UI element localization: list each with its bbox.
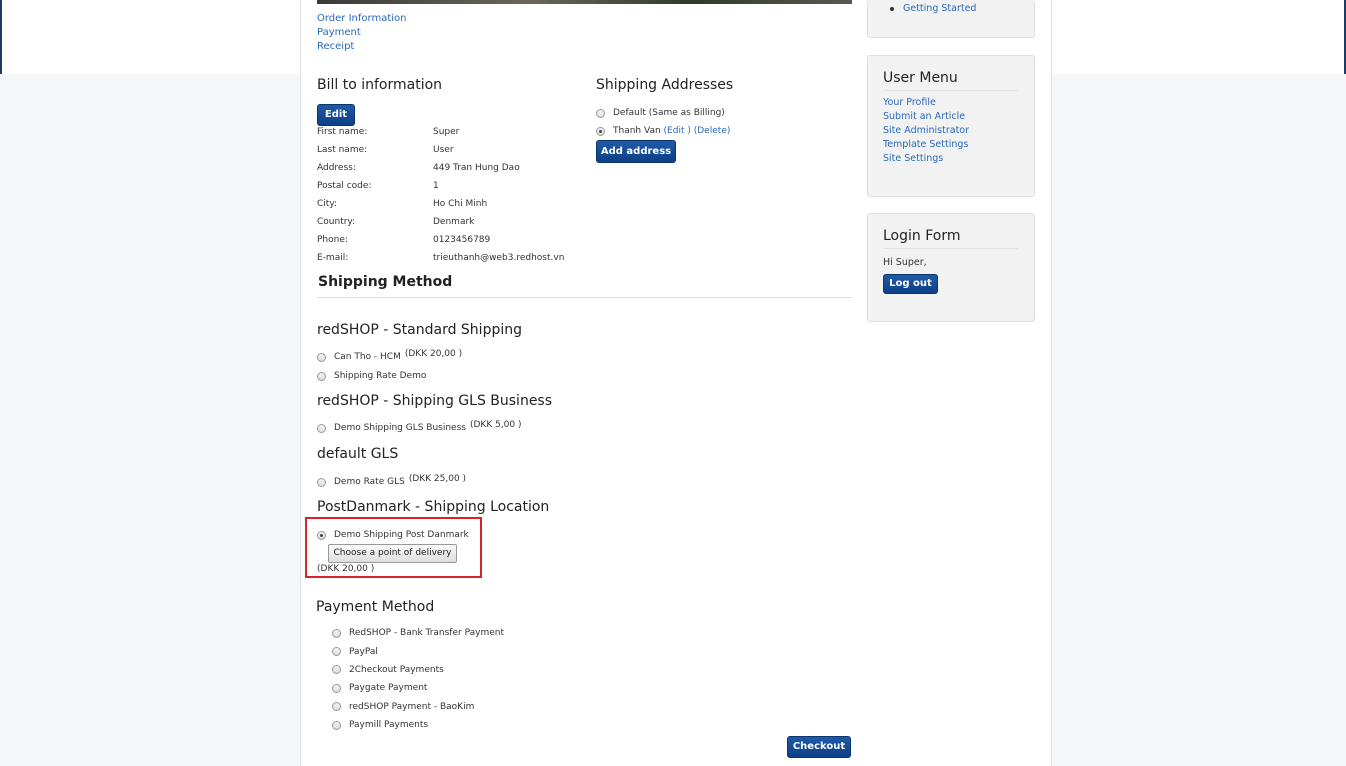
billing-row: Phone: 0123456789	[317, 234, 633, 252]
shipping-option-radio[interactable]	[317, 371, 326, 381]
shipping-option-label: Demo Rate GLS	[334, 477, 405, 487]
shipping-method-title: Shipping Method	[318, 274, 453, 290]
shipping-address-list: Default (Same as Billing) Thanh Van (Edi…	[596, 104, 730, 140]
logout-button[interactable]: Log out	[883, 274, 938, 294]
billing-label: Last name:	[317, 145, 368, 155]
shipping-group-title: redSHOP - Standard Shipping	[317, 322, 522, 338]
bullet-icon	[890, 6, 894, 11]
billing-label: Country:	[317, 217, 356, 227]
shipping-option-price: (DKK 20,00 )	[317, 564, 375, 574]
shipping-option[interactable]: Shipping Rate Demo	[317, 371, 426, 381]
billing-value: 449 Tran Hung Dao	[433, 163, 520, 173]
edit-billing-button[interactable]: Edit	[317, 104, 355, 126]
address-option-default[interactable]: Default (Same as Billing)	[596, 104, 730, 122]
shipping-group-title: default GLS	[317, 446, 399, 462]
login-greeting: Hi Super,	[883, 257, 927, 268]
billing-label: First name:	[317, 127, 368, 137]
shipping-option-price: (DKK 5,00 )	[469, 420, 522, 430]
shipping-option-radio[interactable]	[317, 423, 326, 433]
billing-row: Last name: User	[317, 144, 633, 162]
address-thanh-van-radio[interactable]	[596, 126, 605, 136]
billing-row: Address: 449 Tran Hung Dao	[317, 162, 633, 180]
user-menu-list: Your Profile Submit an Article Site Admi…	[883, 96, 1034, 166]
address-option-thanh-van[interactable]: Thanh Van (Edit ) (Delete)	[596, 122, 730, 140]
billing-row: E-mail: trieuthanh@web3.redhost.vn	[317, 252, 633, 270]
shipping-option-label: Can Tho - HCM	[334, 352, 401, 362]
address-default-label: Default (Same as Billing)	[613, 108, 725, 118]
billing-label: City:	[317, 199, 338, 209]
shipping-group-title: redSHOP - Shipping GLS Business	[317, 393, 553, 409]
billing-label: Address:	[317, 163, 356, 173]
bill-to-title: Bill to information	[317, 77, 443, 93]
shipping-option-label: Demo Shipping GLS Business	[334, 423, 466, 433]
billing-value: 1	[433, 181, 439, 191]
billing-value: 0123456789	[433, 235, 491, 245]
shipping-option-price: (DKK 25,00 )	[408, 474, 467, 484]
checkout-steps: Order Information Payment Receipt	[317, 12, 406, 54]
main-menu-box: Getting Started	[867, 0, 1035, 38]
billing-details: First name: Super Last name: User Address:…	[317, 126, 633, 270]
shipping-option[interactable]: Demo Rate GLS (DKK 25,00 )	[317, 474, 467, 487]
menu-item: Getting Started	[890, 3, 1034, 14]
billing-value: trieuthanh@web3.redhost.vn	[433, 253, 565, 263]
choose-delivery-point-button[interactable]: Choose a point of delivery	[328, 544, 457, 563]
shipping-group-title: PostDanmark - Shipping Location	[317, 499, 550, 515]
login-form-box: Login Form Hi Super, Log out	[867, 213, 1035, 322]
shipping-option[interactable]: Can Tho - HCM (DKK 20,00 )	[317, 349, 463, 362]
your-profile-link[interactable]: Your Profile	[883, 97, 936, 108]
add-address-button[interactable]: Add address	[596, 140, 676, 163]
site-settings-link[interactable]: Site Settings	[883, 153, 943, 164]
billing-row: Postal code: 1	[317, 180, 633, 198]
address-name: Thanh Van	[613, 126, 661, 136]
step-receipt-link[interactable]: Receipt	[317, 41, 354, 52]
shipping-addresses-title: Shipping Addresses	[596, 77, 734, 93]
shipping-option-price: (DKK 20,00 )	[404, 349, 463, 359]
template-settings-link[interactable]: Template Settings	[883, 139, 968, 150]
address-default-radio[interactable]	[596, 108, 605, 118]
site-administrator-link[interactable]: Site Administrator	[883, 125, 969, 136]
shipping-option-label: Shipping Rate Demo	[334, 371, 427, 381]
shipping-option-radio[interactable]	[317, 352, 326, 362]
billing-label: Postal code:	[317, 181, 372, 191]
billing-row: City: Ho Chi Minh	[317, 198, 633, 216]
billing-label: E-mail:	[317, 253, 349, 263]
step-payment-link[interactable]: Payment	[317, 27, 361, 38]
shipping-option[interactable]: Demo Shipping GLS Business (DKK 5,00 )	[317, 420, 522, 433]
login-form-title: Login Form	[883, 228, 1018, 249]
hero-image	[317, 0, 852, 4]
step-order-information-link[interactable]: Order Information	[317, 13, 406, 24]
billing-row: First name: Super	[317, 126, 633, 144]
getting-started-link[interactable]: Getting Started	[903, 3, 976, 14]
shipping-option-radio[interactable]	[317, 477, 326, 487]
user-menu-title: User Menu	[883, 70, 1018, 91]
billing-label: Phone:	[317, 235, 348, 245]
user-menu-box: User Menu Your Profile Submit an Article…	[867, 55, 1035, 197]
billing-value: Denmark	[433, 217, 475, 227]
billing-row: Country: Denmark	[317, 216, 633, 234]
edit-address-link[interactable]: (Edit )	[664, 126, 691, 136]
divider	[317, 297, 852, 298]
billing-value: Ho Chi Minh	[433, 199, 488, 209]
submit-article-link[interactable]: Submit an Article	[883, 111, 965, 122]
delete-address-link[interactable]: (Delete)	[694, 126, 731, 136]
